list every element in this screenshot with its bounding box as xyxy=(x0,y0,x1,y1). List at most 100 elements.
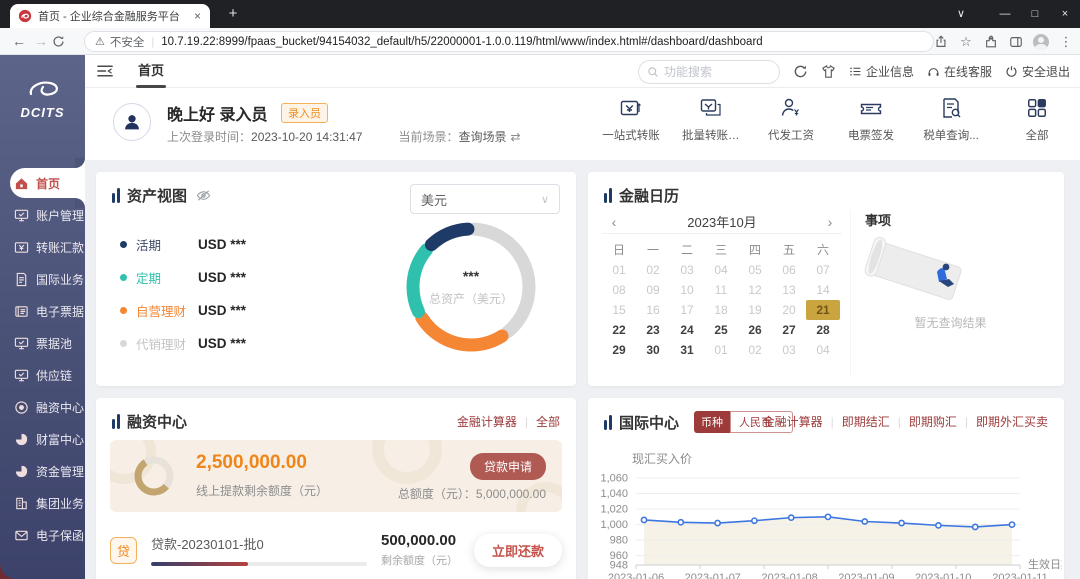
calendar-day[interactable]: 04 xyxy=(806,340,840,360)
calendar-day[interactable]: 01 xyxy=(704,340,738,360)
calendar-day[interactable]: 02 xyxy=(738,340,772,360)
sidebar-item-funds[interactable]: 资金管理 xyxy=(0,455,85,487)
calendar-day[interactable]: 14 xyxy=(806,280,840,300)
browser-profile-avatar[interactable] xyxy=(1033,34,1049,50)
new-tab-button[interactable]: + xyxy=(222,5,244,22)
function-search[interactable] xyxy=(638,60,780,84)
search-input[interactable] xyxy=(664,65,764,79)
bookmark-star-icon[interactable]: ☆ xyxy=(958,34,974,50)
spot-fx-trade-link[interactable]: 即期外汇买卖 xyxy=(976,413,1048,430)
calendar-day[interactable]: 26 xyxy=(738,320,772,340)
sidebar-item-transfer[interactable]: 转账汇款 xyxy=(0,231,85,263)
calendar-day[interactable]: 12 xyxy=(738,280,772,300)
calendar-day[interactable]: 06 xyxy=(772,260,806,280)
quick-action-all[interactable]: 全部 xyxy=(1008,95,1066,143)
intl-links: 金融计算器 | 即期结汇 | 即期购汇 | 即期外汇买卖 xyxy=(763,413,1048,430)
sidebar-item-home[interactable]: 首页 xyxy=(0,167,85,199)
tab-home[interactable]: 首页 xyxy=(138,55,164,88)
back-icon[interactable]: ← xyxy=(8,33,30,49)
panel-bars-icon xyxy=(604,188,612,203)
currency-select[interactable]: 美元 ∨ xyxy=(410,184,560,214)
calendar-day[interactable]: 16 xyxy=(636,300,670,320)
loan-apply-button[interactable]: 贷款申请 xyxy=(470,453,546,480)
sidebar-item-accounts[interactable]: 账户管理 xyxy=(0,199,85,231)
calendar-weekday: 日 xyxy=(602,240,636,260)
company-info-link[interactable]: 企业信息 xyxy=(849,63,914,80)
calendar-day[interactable]: 09 xyxy=(636,280,670,300)
calendar-next-icon[interactable]: › xyxy=(818,214,842,230)
calendar-day[interactable]: 23 xyxy=(636,320,670,340)
calendar-day[interactable]: 22 xyxy=(602,320,636,340)
url-field[interactable]: ⚠ 不安全 | 10.7.19.22:8999/fpaas_bucket/941… xyxy=(84,31,934,52)
calendar-day[interactable]: 11 xyxy=(704,280,738,300)
sidebar-item-supplychain[interactable]: 供应链 xyxy=(0,359,85,391)
calendar-day[interactable]: 29 xyxy=(602,340,636,360)
calendar-prev-icon[interactable]: ‹ xyxy=(602,214,626,230)
collapse-menu-icon[interactable] xyxy=(97,64,114,78)
financial-calculator-link[interactable]: 金融计算器 xyxy=(457,413,517,430)
sidebar-item-international[interactable]: 国际业务 xyxy=(0,263,85,295)
spot-settlement-link[interactable]: 即期结汇 xyxy=(842,413,890,430)
calendar-day-selected[interactable]: 21 xyxy=(806,300,840,320)
envelope-icon xyxy=(14,528,29,543)
calendar-day[interactable]: 19 xyxy=(738,300,772,320)
window-minimize-icon[interactable]: — xyxy=(990,0,1020,28)
quick-action-onestop-transfer[interactable]: 一站式转账 xyxy=(602,95,660,143)
calendar-day[interactable]: 27 xyxy=(772,320,806,340)
calendar-day[interactable]: 30 xyxy=(636,340,670,360)
calendar-day[interactable]: 28 xyxy=(806,320,840,340)
sidebar-item-wealth[interactable]: 财富中心 xyxy=(0,423,85,455)
refresh-icon[interactable] xyxy=(793,64,808,79)
chevron-down-icon: ∨ xyxy=(541,193,549,206)
window-maximize-icon[interactable]: □ xyxy=(1020,0,1050,28)
financial-calculator-link[interactable]: 金融计算器 xyxy=(763,413,823,430)
calendar-day[interactable]: 03 xyxy=(670,260,704,280)
calendar-day[interactable]: 07 xyxy=(806,260,840,280)
calendar-day[interactable]: 10 xyxy=(670,280,704,300)
spot-purchase-link[interactable]: 即期购汇 xyxy=(909,413,957,430)
svg-text:980: 980 xyxy=(610,535,628,547)
calendar-day[interactable]: 08 xyxy=(602,280,636,300)
sidebar-item-financing[interactable]: 融资中心 xyxy=(0,391,85,423)
repay-now-button[interactable]: 立即还款 xyxy=(474,534,562,567)
calendar-day[interactable]: 02 xyxy=(636,260,670,280)
logout-link[interactable]: 安全退出 xyxy=(1005,63,1070,80)
calendar-day[interactable]: 24 xyxy=(670,320,704,340)
calendar-day[interactable]: 01 xyxy=(602,260,636,280)
scene-swap-icon[interactable]: ⇄ xyxy=(510,130,520,144)
all-link[interactable]: 全部 xyxy=(536,413,560,430)
calendar-day[interactable]: 20 xyxy=(772,300,806,320)
calendar-day[interactable]: 05 xyxy=(738,260,772,280)
theme-skin-icon[interactable] xyxy=(821,64,836,79)
calendar-day[interactable]: 15 xyxy=(602,300,636,320)
window-close-icon[interactable]: × xyxy=(1050,0,1080,28)
sidebar-item-eguarantee[interactable]: 电子保函 xyxy=(0,519,85,551)
quick-action-tax-query[interactable]: 税单查询... xyxy=(922,95,980,143)
calendar-day[interactable]: 18 xyxy=(704,300,738,320)
calendar-day[interactable]: 03 xyxy=(772,340,806,360)
sidebar-item-ebill[interactable]: 电子票据 xyxy=(0,295,85,327)
reload-icon[interactable] xyxy=(52,35,74,48)
quick-action-batch-transfer[interactable]: 批量转账/... xyxy=(682,95,740,143)
eye-slash-icon[interactable] xyxy=(196,188,211,203)
calendar-day[interactable]: 17 xyxy=(670,300,704,320)
sidebar-item-billpool[interactable]: 票据池 xyxy=(0,327,85,359)
tab-close-icon[interactable]: × xyxy=(191,9,204,23)
calendar-day[interactable]: 04 xyxy=(704,260,738,280)
quick-action-payroll[interactable]: 代发工资 xyxy=(762,95,820,143)
online-service-link[interactable]: 在线客服 xyxy=(927,63,992,80)
window-caret-icon[interactable]: ∨ xyxy=(946,0,976,28)
quick-action-ebill-issue[interactable]: 电票签发 xyxy=(842,95,900,143)
browser-tab[interactable]: 首页 - 企业综合金融服务平台 × xyxy=(10,4,210,28)
extensions-puzzle-icon[interactable] xyxy=(983,34,999,50)
share-icon[interactable] xyxy=(933,34,949,50)
calendar-day[interactable]: 13 xyxy=(772,280,806,300)
calendar-day[interactable]: 25 xyxy=(704,320,738,340)
sidebar-item-group[interactable]: 集团业务 xyxy=(0,487,85,519)
forward-icon[interactable]: → xyxy=(30,33,52,49)
calendar-day[interactable]: 31 xyxy=(670,340,704,360)
current-scene[interactable]: 当前场景：查询场景⇄ xyxy=(398,128,520,145)
side-panel-icon[interactable] xyxy=(1008,34,1024,50)
browser-menu-dots-icon[interactable]: ⋮ xyxy=(1058,34,1074,50)
international-center-panel: 国际中心 币种 人民币∨ 金融计算器 | 即期结汇 | 即期购汇 | 即期外汇买… xyxy=(588,398,1064,579)
